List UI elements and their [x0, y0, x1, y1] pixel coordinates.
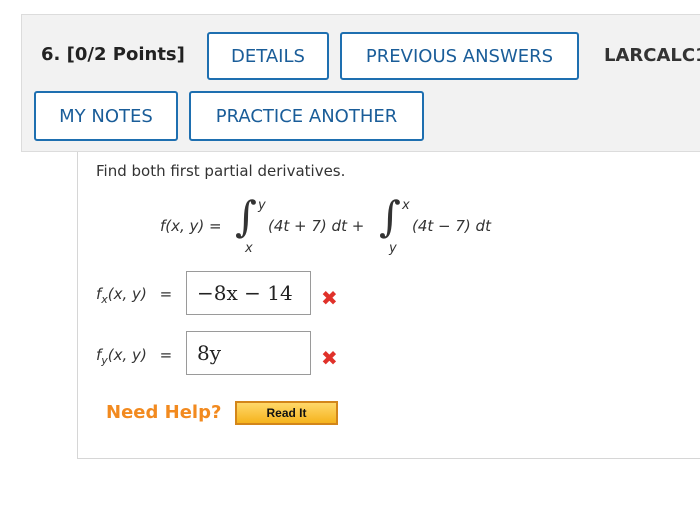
equation-lhs: f(x, y) =: [160, 217, 222, 235]
question-points: [0/2 Points]: [66, 44, 185, 65]
integral-sign-2: ∫: [379, 192, 401, 241]
integrand-2: (4t − 7) dt: [412, 217, 491, 235]
integral-1-upper-limit: y: [258, 198, 266, 213]
answer-label-fx: fx(x, y) =: [96, 285, 172, 306]
integral-2-upper-limit: x: [402, 198, 410, 213]
answer-label-fy: fy(x, y) =: [96, 346, 172, 367]
answer-label-args: (x, y): [107, 346, 147, 364]
integral-1-lower-limit: x: [245, 241, 253, 256]
answer-label-args: (x, y): [107, 285, 147, 303]
integral-2-lower-limit: y: [389, 241, 397, 256]
need-help-label: Need Help?: [106, 402, 222, 423]
previous-answers-button[interactable]: PREVIOUS ANSWERS: [340, 32, 579, 80]
read-it-button[interactable]: Read It: [235, 401, 338, 425]
question-number-points: 6. [0/2 Points]: [41, 44, 185, 65]
integral-sign-1: ∫: [235, 192, 257, 241]
details-button[interactable]: DETAILS: [207, 32, 329, 80]
incorrect-x-icon: ✖: [321, 346, 338, 370]
assignment-code: LARCALC1: [604, 45, 700, 66]
integrand-1: (4t + 7) dt +: [268, 217, 365, 235]
question-number: 6.: [41, 44, 61, 65]
question-prompt: Find both first partial derivatives.: [96, 162, 346, 180]
answer-label-equals: =: [159, 346, 173, 364]
my-notes-button[interactable]: MY NOTES: [34, 91, 178, 141]
fy-answer-field[interactable]: 8y: [186, 331, 311, 375]
practice-another-button[interactable]: PRACTICE ANOTHER: [189, 91, 424, 141]
answer-label-equals: =: [159, 285, 173, 303]
incorrect-x-icon: ✖: [321, 286, 338, 310]
fx-answer-field[interactable]: −8x − 14: [186, 271, 311, 315]
